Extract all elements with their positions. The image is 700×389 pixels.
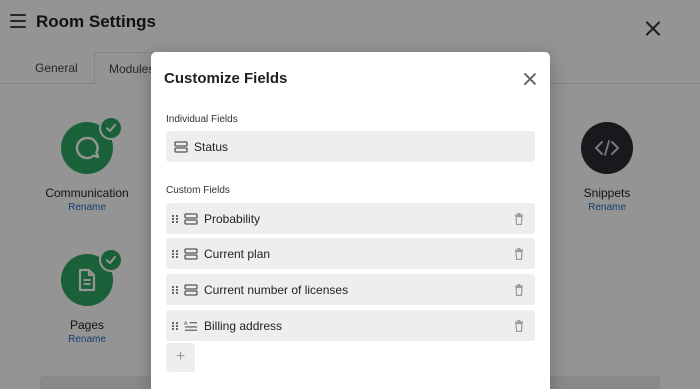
field-name: Probability [204,211,261,226]
drag-handle-icon[interactable] [172,321,180,330]
individual-fields-heading: Individual Fields [166,114,238,125]
field-list-icon [174,140,188,154]
text-lines-icon: A [184,319,198,333]
custom-fields-heading: Custom Fields [166,185,230,196]
custom-field-row[interactable]: Current plan [166,238,535,269]
field-list-icon [184,212,198,226]
customize-fields-dialog: Customize Fields Individual Fields Statu… [151,52,550,389]
trash-icon[interactable] [514,212,524,230]
field-name: Status [194,139,229,154]
field-list-icon [184,247,198,261]
field-list-icon [184,283,198,297]
add-field-button[interactable]: + [166,343,195,372]
custom-field-row[interactable]: A Billing address [166,310,535,341]
drag-handle-icon[interactable] [172,214,180,223]
dialog-title: Customize Fields [164,70,288,87]
close-icon[interactable] [523,72,537,86]
individual-field-row[interactable]: Status [166,131,535,162]
field-name: Billing address [204,318,283,333]
svg-text:A: A [184,321,188,327]
drag-handle-icon[interactable] [172,285,180,294]
drag-handle-icon[interactable] [172,249,180,258]
custom-field-row[interactable]: Current number of licenses [166,274,535,305]
trash-icon[interactable] [514,319,524,337]
field-name: Current plan [204,246,271,261]
field-name: Current number of licenses [204,282,349,297]
trash-icon[interactable] [514,247,524,265]
trash-icon[interactable] [514,283,524,301]
custom-field-row[interactable]: Probability [166,203,535,234]
